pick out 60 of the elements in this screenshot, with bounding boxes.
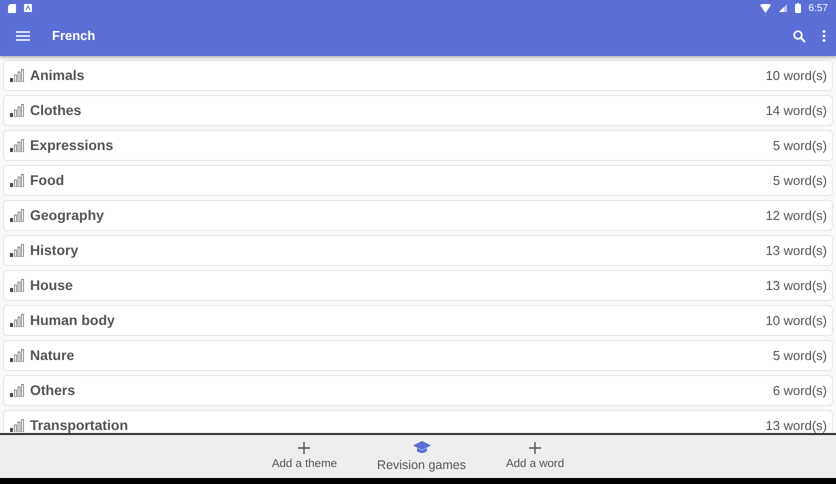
word-count: 6 word(s) <box>772 382 827 400</box>
theme-name: Nature <box>30 346 74 365</box>
sd-card-icon <box>8 4 16 12</box>
theme-name: Expressions <box>30 136 114 155</box>
bars-icon <box>10 384 24 397</box>
notification-icon <box>24 4 32 12</box>
word-count: 5 word(s) <box>772 172 827 190</box>
bars-icon <box>10 314 24 327</box>
theme-row[interactable]: House 13 word(s) <box>3 270 833 301</box>
signal-icon <box>778 4 787 12</box>
theme-row[interactable]: Clothes 14 word(s) <box>3 95 833 126</box>
clock-time: 6:57 <box>808 2 828 16</box>
theme-name: Geography <box>30 206 104 225</box>
theme-row[interactable]: Nature 5 word(s) <box>3 340 833 371</box>
plus-icon <box>529 442 542 454</box>
nav-button[interactable]: Add a theme <box>264 440 346 474</box>
word-count: 10 word(s) <box>766 312 827 330</box>
theme-row[interactable]: Transportation 13 word(s) <box>3 410 833 433</box>
word-count: 13 word(s) <box>766 242 827 260</box>
word-count: 14 word(s) <box>766 102 827 120</box>
theme-row[interactable]: Food 5 word(s) <box>3 165 833 196</box>
graduation-cap-icon <box>412 440 431 454</box>
word-count: 13 word(s) <box>766 276 827 295</box>
plus-icon <box>298 442 310 454</box>
bars-icon <box>10 279 24 292</box>
bars-icon <box>10 104 24 117</box>
nav-button[interactable]: Add a word <box>498 440 572 474</box>
theme-row[interactable]: Expressions 5 word(s) <box>3 130 833 161</box>
more-options-button[interactable] <box>822 30 826 42</box>
theme-name: Food <box>30 171 64 190</box>
theme-row[interactable]: Others 6 word(s) <box>3 375 833 406</box>
bars-icon <box>10 174 24 187</box>
battery-icon <box>794 3 801 13</box>
theme-name: Animals <box>30 66 84 85</box>
bars-icon <box>10 419 24 432</box>
menu-button[interactable] <box>16 31 30 41</box>
word-count: 12 word(s) <box>766 206 827 225</box>
theme-name: History <box>30 241 78 260</box>
theme-row[interactable]: Geography 12 word(s) <box>3 200 833 231</box>
bars-icon <box>10 69 24 82</box>
word-count: 13 word(s) <box>766 416 827 433</box>
theme-name: House <box>30 276 73 295</box>
word-count: 5 word(s) <box>772 136 827 155</box>
theme-name: Human body <box>30 311 115 330</box>
theme-name: Others <box>30 381 76 400</box>
theme-name: Transportation <box>30 416 128 433</box>
word-count: 10 word(s) <box>766 66 827 85</box>
bars-icon <box>10 139 24 152</box>
wifi-icon <box>760 4 771 12</box>
app-title: French <box>52 27 96 46</box>
word-count: 5 word(s) <box>772 346 827 365</box>
theme-row[interactable]: History 13 word(s) <box>3 235 833 266</box>
bars-icon <box>10 349 24 362</box>
nav-button[interactable]: Revision games <box>369 438 474 474</box>
theme-name: Clothes <box>30 101 82 120</box>
search-button[interactable] <box>793 30 806 42</box>
bars-icon <box>10 244 24 257</box>
theme-row[interactable]: Animals 10 word(s) <box>3 60 833 91</box>
bars-icon <box>10 209 24 222</box>
theme-row[interactable]: Human body 10 word(s) <box>3 305 833 336</box>
